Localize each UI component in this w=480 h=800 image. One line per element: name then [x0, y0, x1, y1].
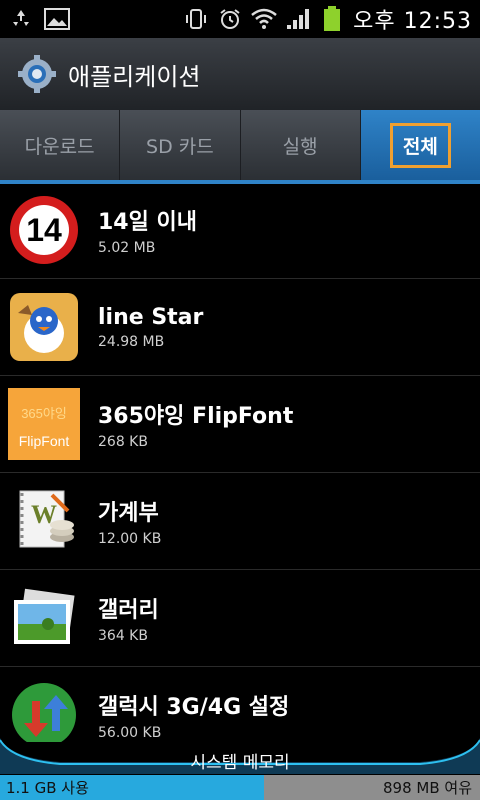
gear-icon — [18, 55, 56, 93]
memory-free: 898 MB 여유 — [383, 779, 472, 797]
app-size: 364 KB — [98, 628, 148, 644]
flipfont-icon: 365야잉 FlipFont — [8, 388, 80, 460]
line-star-icon — [8, 291, 80, 363]
svg-text:365야잉: 365야잉 — [21, 406, 67, 421]
status-bar: 오후 12:53 — [0, 0, 480, 38]
list-item[interactable]: 갤럭시 3G/4G 설정 56.00 KB — [0, 667, 480, 742]
tab-bar: 다운로드 SD 카드 실행 전체 — [0, 110, 480, 180]
app-size: 24.98 MB — [98, 333, 165, 350]
battery-icon — [319, 6, 345, 32]
clock: 오후 12:53 — [353, 9, 472, 34]
vibrate-icon — [183, 6, 209, 32]
signal-icon — [285, 6, 311, 32]
household-ledger-icon: W — [8, 485, 80, 557]
wifi-icon — [251, 6, 277, 32]
list-item[interactable]: 14 14일 이내 5.02 MB — [0, 182, 480, 279]
tab-label: SD 카드 — [146, 135, 214, 158]
app-name: 가계부 — [98, 501, 159, 526]
image-icon — [44, 6, 70, 32]
alarm-icon — [217, 6, 243, 32]
app-name: 갤럭시 3G/4G 설정 — [98, 695, 290, 720]
tab-label: 다운로드 — [24, 135, 95, 158]
page-title: 애플리케이션 — [68, 62, 201, 91]
list-item[interactable]: W 가계부 12.00 KB — [0, 473, 480, 570]
title-bar: 애플리케이션 — [0, 38, 480, 111]
list-item[interactable]: 365야잉 FlipFont 365야잉 FlipFont 268 KB — [0, 376, 480, 473]
tab-running[interactable]: 실행 — [241, 110, 361, 180]
svg-text:FlipFont: FlipFont — [19, 433, 70, 449]
memory-title: 시스템 메모리 — [190, 753, 290, 773]
gallery-icon — [8, 582, 80, 654]
app-name: 14일 이내 — [98, 210, 197, 235]
galaxy-network-icon — [8, 679, 80, 742]
tab-label: 실행 — [282, 135, 318, 158]
app-size: 12.00 KB — [98, 531, 162, 547]
app-name: line Star — [98, 304, 204, 330]
recycle-icon — [8, 6, 34, 32]
app-name: 365야잉 FlipFont — [98, 404, 294, 429]
list-item[interactable]: 갤러리 364 KB — [0, 570, 480, 667]
tab-downloads[interactable]: 다운로드 — [0, 110, 121, 180]
memory-bar: 1.1 GB 사용 898 MB 여유 — [0, 775, 480, 800]
tab-sd-card[interactable]: SD 카드 — [120, 110, 241, 180]
fourteen-days-icon: 14 — [8, 194, 80, 266]
app-list: 14 14일 이내 5.02 MB line Star 24.98 MB 365… — [0, 182, 480, 742]
tab-all[interactable]: 전체 — [360, 110, 480, 180]
app-size: 5.02 MB — [98, 240, 156, 256]
app-name: 갤러리 — [98, 598, 159, 623]
svg-text:14: 14 — [26, 212, 62, 248]
app-size: 268 KB — [98, 434, 148, 450]
tab-label: 전체 — [389, 122, 451, 168]
list-item[interactable]: line Star 24.98 MB — [0, 279, 480, 376]
memory-used: 1.1 GB 사용 — [6, 779, 89, 797]
